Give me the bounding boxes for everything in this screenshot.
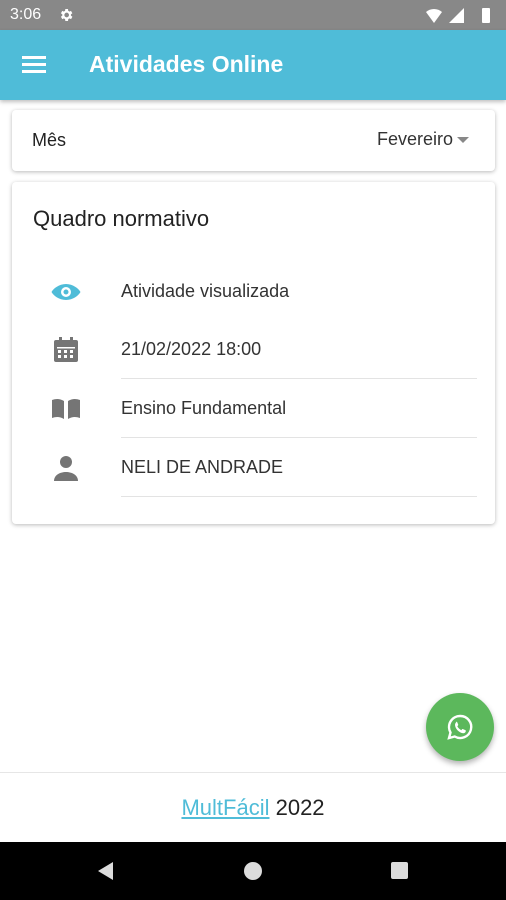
footer-text: MultFácil 2022 bbox=[0, 795, 506, 821]
month-selected-value[interactable]: Fevereiro bbox=[377, 129, 453, 150]
multfacil-link[interactable]: MultFácil bbox=[181, 795, 269, 820]
eye-icon bbox=[51, 284, 81, 300]
wifi-icon bbox=[426, 8, 442, 23]
book-icon bbox=[52, 398, 80, 419]
calendar-icon bbox=[54, 337, 78, 362]
education-level: Ensino Fundamental bbox=[121, 398, 287, 418]
card-title: Quadro normativo bbox=[33, 206, 210, 231]
whatsapp-icon bbox=[447, 714, 473, 740]
footer-year: 2022 bbox=[275, 795, 325, 820]
normative-card: Quadro normativo Atividade visualizada 2… bbox=[12, 182, 495, 524]
signal-icon bbox=[449, 8, 464, 23]
battery-icon bbox=[482, 8, 490, 23]
list-item: Atividade visualizada bbox=[12, 263, 495, 321]
menu-icon[interactable] bbox=[22, 54, 48, 76]
divider bbox=[121, 378, 477, 379]
home-icon[interactable] bbox=[244, 862, 262, 880]
system-status-icons bbox=[426, 8, 490, 23]
person-icon bbox=[54, 456, 78, 481]
divider bbox=[121, 496, 477, 497]
footer: MultFácil 2022 bbox=[0, 772, 506, 842]
whatsapp-button[interactable] bbox=[426, 693, 494, 761]
list-item: NELI DE ANDRADE bbox=[12, 439, 495, 497]
status-time: 3:06 bbox=[10, 6, 42, 23]
page-title: Atividades Online bbox=[89, 51, 284, 77]
system-nav-bar bbox=[0, 842, 506, 900]
visualization-status: Atividade visualizada bbox=[121, 281, 290, 301]
teacher-name: NELI DE ANDRADE bbox=[121, 457, 284, 477]
month-label: Mês bbox=[32, 130, 67, 150]
app-bar: Atividades Online bbox=[0, 30, 506, 100]
settings-icon bbox=[60, 9, 73, 21]
list-item: 21/02/2022 18:00 bbox=[12, 321, 495, 379]
divider bbox=[121, 437, 477, 438]
activity-datetime: 21/02/2022 18:00 bbox=[121, 339, 262, 359]
list-item: Ensino Fundamental bbox=[12, 380, 495, 438]
back-icon[interactable] bbox=[96, 861, 116, 881]
recent-apps-icon[interactable] bbox=[391, 862, 408, 879]
month-filter-card: Mês Fevereiro bbox=[12, 110, 495, 171]
chevron-down-icon[interactable] bbox=[457, 137, 469, 143]
status-bar: 3:06 bbox=[0, 0, 506, 30]
